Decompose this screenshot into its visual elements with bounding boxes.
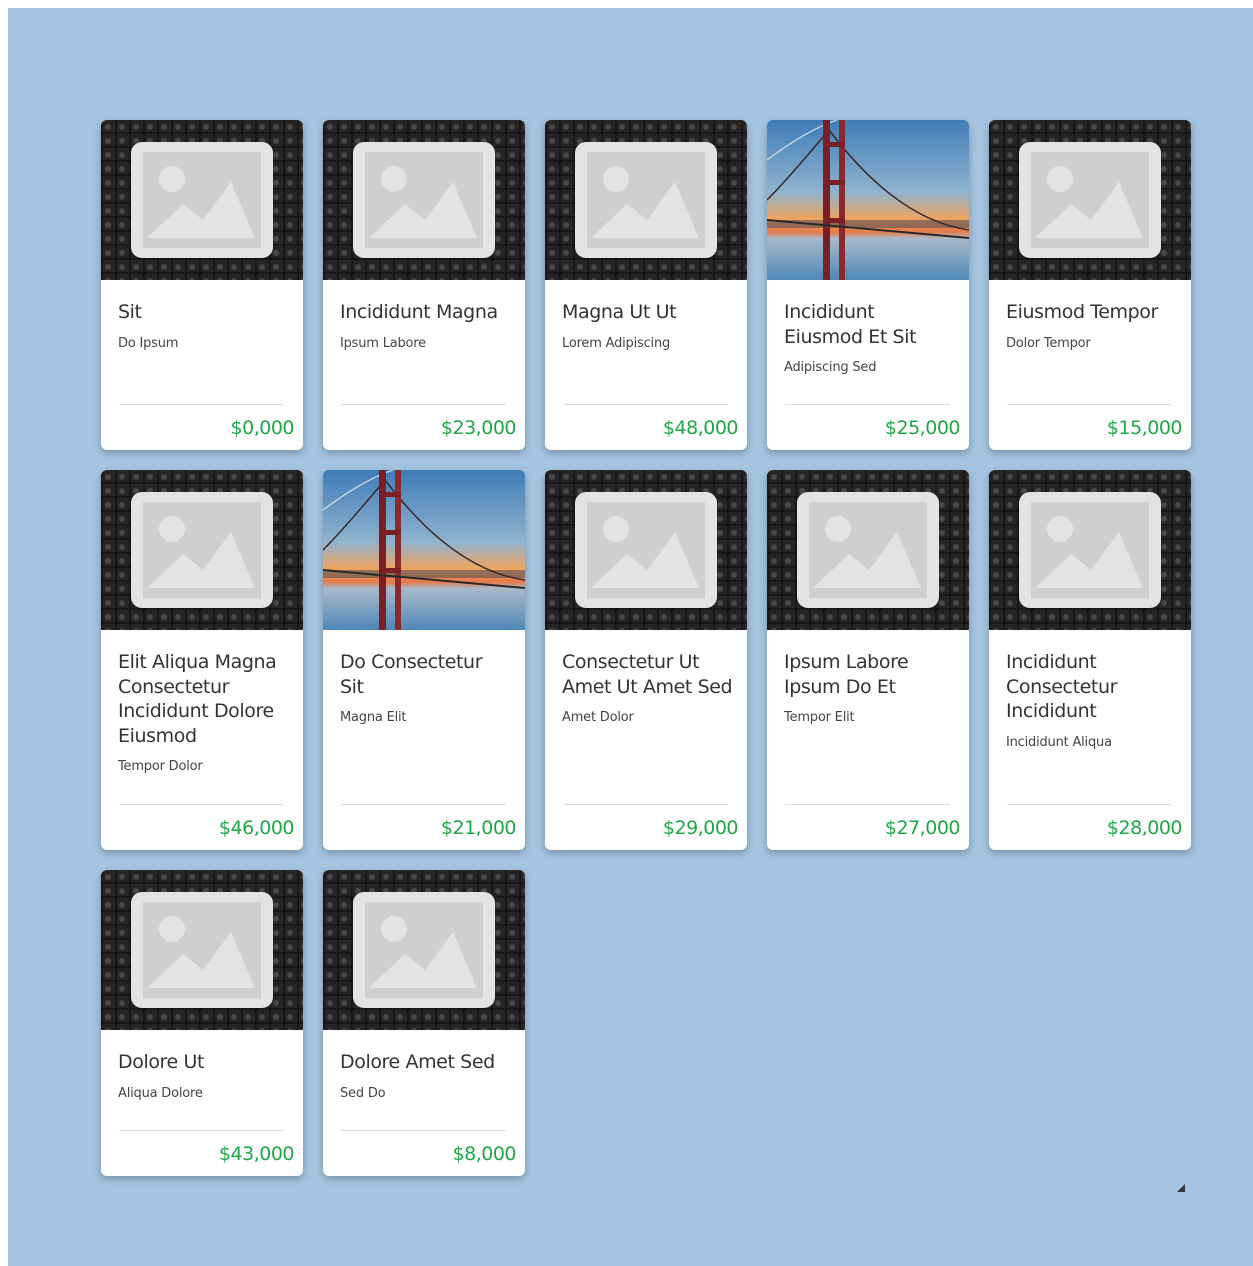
card-divider [341, 1130, 506, 1131]
card-divider [1007, 804, 1172, 805]
card-subtitle: Tempor Dolor [118, 759, 203, 774]
card-thumbnail [323, 870, 525, 1030]
card-title: Consectetur Ut Amet Ut Amet Sed [562, 651, 733, 698]
card-divider [563, 804, 728, 805]
card-divider [785, 404, 950, 405]
card-title: Elit Aliqua Magna Consectetur Incididunt… [118, 651, 277, 747]
card-thumbnail [545, 470, 747, 630]
card-divider [785, 804, 950, 805]
card-subtitle: Magna Elit [340, 710, 407, 725]
card-thumbnail [989, 120, 1191, 280]
card-price: $8,000 [452, 1143, 517, 1165]
card-price: $29,000 [662, 817, 739, 839]
card-divider [119, 1130, 284, 1131]
card-title: Ipsum Labore Ipsum Do Et [784, 651, 909, 698]
card-thumbnail [989, 470, 1191, 630]
card-title: Sit [118, 301, 142, 323]
card-price: $27,000 [884, 817, 961, 839]
product-card[interactable]: Elit Aliqua Magna Consectetur Incididunt… [101, 470, 303, 850]
placeholder-image-icon [575, 142, 717, 258]
card-price: $48,000 [662, 417, 739, 439]
card-subtitle: Ipsum Labore [340, 335, 426, 351]
placeholder-image-icon [1019, 492, 1161, 608]
card-title: Magna Ut Ut [562, 301, 677, 323]
product-card[interactable]: Ipsum Labore Ipsum Do Et Tempor Elit $27… [767, 470, 969, 850]
card-thumbnail [101, 470, 303, 630]
card-price: $0,000 [230, 417, 295, 439]
card-price: $23,000 [440, 417, 517, 439]
placeholder-image-icon [575, 492, 717, 608]
placeholder-image-icon [353, 892, 495, 1008]
card-subtitle: Do Ipsum [118, 335, 179, 351]
card-price: $28,000 [1106, 817, 1183, 839]
card-price: $25,000 [884, 417, 961, 439]
page-background: Sit Do Ipsum $0,000 Incididunt Magna Ips… [8, 8, 1253, 1266]
card-thumbnail [545, 120, 747, 280]
card-price: $43,000 [218, 1143, 295, 1165]
card-title: Dolore Amet Sed [340, 1051, 495, 1073]
card-title: Incididunt Magna [340, 301, 498, 323]
placeholder-image-icon [1019, 142, 1161, 258]
placeholder-image-icon [131, 892, 273, 1008]
card-thumbnail [323, 120, 525, 280]
card-divider [119, 404, 284, 405]
resize-handle-icon[interactable] [1177, 1184, 1185, 1192]
card-divider [1007, 404, 1172, 405]
product-card[interactable]: Incididunt Eiusmod Et Sit Adipiscing Sed… [767, 120, 969, 450]
card-subtitle: Lorem Adipiscing [562, 335, 671, 351]
placeholder-image-icon [353, 142, 495, 258]
card-subtitle: Tempor Elit [784, 710, 855, 725]
card-price: $15,000 [1106, 417, 1183, 439]
card-thumbnail [767, 470, 969, 630]
card-title: Incididunt Eiusmod Et Sit [784, 301, 917, 348]
product-card[interactable]: Eiusmod Tempor Dolor Tempor $15,000 [989, 120, 1191, 450]
product-card[interactable]: Sit Do Ipsum $0,000 [101, 120, 303, 450]
card-title: Eiusmod Tempor [1006, 301, 1158, 323]
card-divider [119, 804, 284, 805]
card-price: $46,000 [218, 817, 295, 839]
card-subtitle: Sed Do [340, 1085, 386, 1101]
card-subtitle: Dolor Tempor [1006, 335, 1091, 351]
card-price: $21,000 [440, 817, 517, 839]
card-divider [341, 404, 506, 405]
card-thumbnail [101, 870, 303, 1030]
card-divider [563, 404, 728, 405]
placeholder-image-icon [797, 492, 939, 608]
product-card[interactable]: Dolore Ut Aliqua Dolore $43,000 [101, 870, 303, 1176]
card-subtitle: Adipiscing Sed [784, 360, 877, 375]
card-thumbnail [101, 120, 303, 280]
product-card[interactable]: Do Consectetur Sit Magna Elit $21,000 [323, 470, 525, 850]
product-grid: Sit Do Ipsum $0,000 Incididunt Magna Ips… [101, 120, 1191, 1176]
card-subtitle: Aliqua Dolore [118, 1085, 203, 1101]
card-divider [341, 804, 506, 805]
card-title: Incididunt Consectetur Incididunt [1006, 651, 1118, 722]
placeholder-image-icon [131, 142, 273, 258]
bridge-photo [323, 470, 525, 630]
product-card[interactable]: Incididunt Magna Ipsum Labore $23,000 [323, 120, 525, 450]
product-card[interactable]: Dolore Amet Sed Sed Do $8,000 [323, 870, 525, 1176]
bridge-photo [767, 120, 969, 280]
card-title: Dolore Ut [118, 1051, 205, 1073]
product-card[interactable]: Consectetur Ut Amet Ut Amet Sed Amet Dol… [545, 470, 747, 850]
card-subtitle: Incididunt Aliqua [1006, 734, 1112, 750]
product-card[interactable]: Magna Ut Ut Lorem Adipiscing $48,000 [545, 120, 747, 450]
product-card[interactable]: Incididunt Consectetur Incididunt Incidi… [989, 470, 1191, 850]
card-subtitle: Amet Dolor [562, 710, 634, 725]
placeholder-image-icon [131, 492, 273, 608]
card-title: Do Consectetur Sit [340, 651, 483, 698]
